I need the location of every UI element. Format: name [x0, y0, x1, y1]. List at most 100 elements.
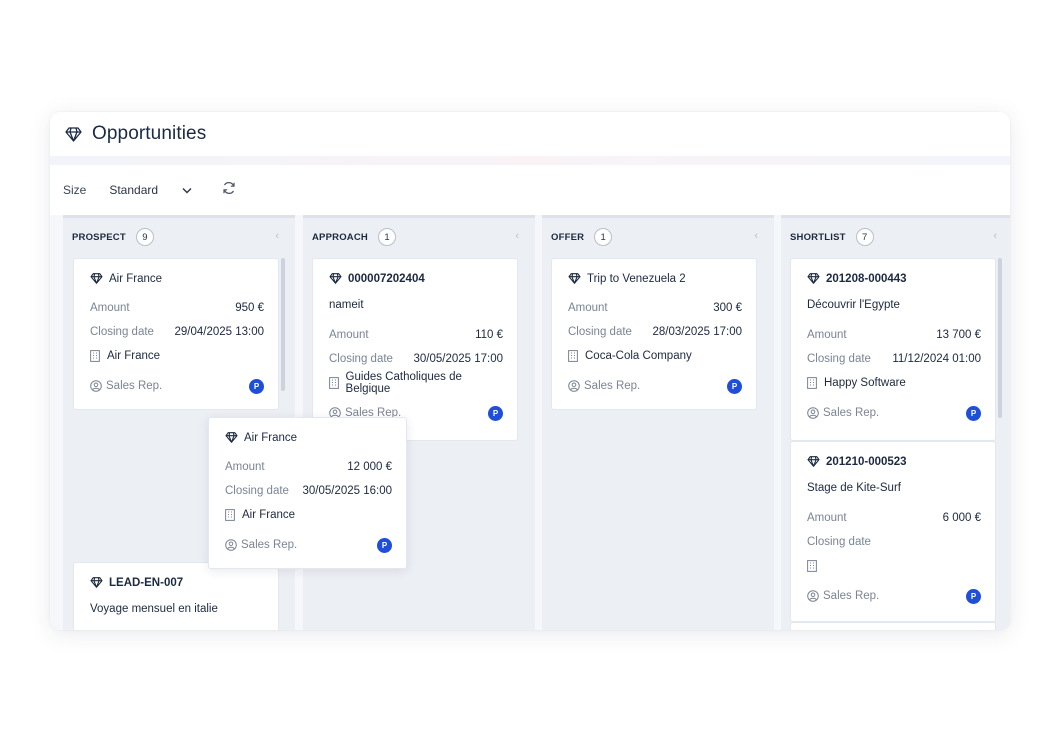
collapse-icon[interactable]: ‹ — [275, 230, 279, 242]
amount-label: Amount — [90, 302, 130, 314]
closing-date-value: 30/05/2025 17:00 — [413, 353, 503, 365]
diamond-icon — [90, 272, 103, 285]
company-name[interactable]: Air France — [242, 509, 295, 521]
scrollbar[interactable] — [998, 258, 1002, 418]
building-icon — [807, 560, 818, 572]
closing-date-label: Closing date — [807, 536, 871, 548]
closing-date-value: 29/04/2025 13:00 — [174, 326, 264, 338]
owner-badge[interactable]: P — [377, 537, 392, 553]
page-title: Opportunities — [92, 123, 207, 144]
company-name[interactable]: Happy Software — [824, 377, 906, 389]
column-header: APPROACH 1 ‹ — [303, 218, 535, 256]
amount-label: Amount — [568, 302, 608, 314]
column-header: PROSPECT 9 ‹ — [63, 218, 295, 256]
closing-date-label: Closing date — [225, 485, 289, 497]
user-icon — [225, 539, 237, 551]
opportunity-card[interactable]: LEAD-EN-007 Voyage mensuel en italie — [73, 562, 279, 630]
amount-value: 6 000 € — [942, 512, 981, 524]
collapse-icon[interactable]: ‹ — [515, 230, 519, 242]
card-title: LEAD-EN-007 — [109, 576, 184, 589]
diamond-icon — [65, 125, 83, 143]
amount-label: Amount — [225, 461, 265, 473]
diamond-icon — [568, 272, 581, 285]
dragging-card[interactable]: Air France Amount 12 000 € Closing date 30… — [208, 417, 407, 569]
card-subtitle: Découvrir l'Egypte — [807, 299, 900, 311]
owner-badge[interactable]: P — [966, 405, 981, 421]
card-title: 201210-000523 — [826, 455, 907, 468]
card-subtitle: Stage de Kite-Surf — [807, 482, 901, 494]
card-title: Air France — [109, 272, 163, 285]
opportunity-card[interactable]: 201208-000443 Découvrir l'Egypte Amount 1… — [790, 258, 996, 441]
card-title: 201208-000443 — [826, 272, 907, 285]
amount-value: 950 € — [235, 302, 264, 314]
diamond-icon — [807, 272, 820, 285]
amount-value: 13 700 € — [936, 329, 981, 341]
amount-label: Amount — [807, 512, 847, 524]
owner-badge[interactable]: P — [249, 378, 264, 394]
size-label: Size — [63, 183, 87, 197]
closing-date-label: Closing date — [568, 326, 632, 338]
diamond-icon — [90, 576, 103, 589]
collapse-icon[interactable]: ‹ — [754, 230, 758, 242]
page-header: Opportunities — [50, 112, 1010, 156]
amount-value: 12 000 € — [347, 461, 392, 473]
owner-badge[interactable]: P — [727, 378, 742, 394]
sales-rep-label: Sales Rep. — [241, 539, 298, 551]
column-header: OFFER 1 ‹ — [542, 218, 774, 256]
column-count: 7 — [855, 228, 874, 246]
size-select-value: Standard — [109, 183, 159, 197]
sales-rep-label: Sales Rep. — [106, 380, 163, 392]
building-icon — [329, 377, 340, 389]
column-count: 9 — [135, 228, 154, 246]
column-name: PROSPECT — [72, 231, 126, 243]
closing-date-label: Closing date — [807, 353, 871, 365]
closing-date-value: 11/12/2024 01:00 — [892, 353, 981, 365]
card-subtitle: nameit — [329, 299, 364, 311]
closing-date-label: Closing date — [329, 353, 393, 365]
amount-value: 300 € — [713, 302, 742, 314]
user-icon — [807, 407, 819, 419]
column-count: 1 — [594, 228, 613, 246]
card-title: Air France — [244, 431, 298, 444]
owner-badge[interactable]: P — [488, 405, 503, 421]
chevron-down-icon — [182, 183, 192, 197]
toolbar: Size Standard — [50, 165, 1010, 215]
opportunity-card[interactable]: 201210-000523 Stage de Kite-Surf Amount 6… — [790, 441, 996, 622]
user-icon — [90, 380, 102, 392]
building-icon — [90, 350, 101, 362]
company-name[interactable]: Guides Catholiques de Belgique — [346, 371, 503, 395]
column-count: 1 — [377, 228, 396, 246]
refresh-icon[interactable] — [222, 180, 238, 196]
opportunity-card[interactable] — [790, 622, 996, 630]
card-title: 000007202404 — [348, 272, 425, 285]
opportunity-card[interactable]: Trip to Venezuela 2 Amount 300 € Closing … — [551, 258, 757, 410]
kanban-board: PROSPECT 9 ‹ Air France Amount 950 € Clos… — [63, 215, 1010, 630]
diamond-icon — [329, 272, 342, 285]
size-select[interactable]: Standard — [98, 175, 202, 205]
card-title: Trip to Venezuela 2 — [587, 272, 686, 285]
closing-date-label: Closing date — [90, 326, 154, 338]
owner-badge[interactable]: P — [966, 588, 981, 604]
amount-label: Amount — [329, 329, 369, 341]
sales-rep-label: Sales Rep. — [823, 407, 880, 419]
building-icon — [807, 377, 818, 389]
building-icon — [225, 509, 236, 521]
company-name[interactable]: Air France — [107, 350, 160, 362]
column-header: SHORTLIST 7 ‹ — [781, 218, 1010, 256]
sales-rep-label: Sales Rep. — [823, 590, 880, 602]
column-name: APPROACH — [312, 231, 368, 243]
diamond-icon — [807, 455, 820, 468]
user-icon — [807, 590, 819, 602]
amount-label: Amount — [807, 329, 847, 341]
collapse-icon[interactable]: ‹ — [993, 230, 997, 242]
column-name: SHORTLIST — [790, 231, 846, 243]
opportunity-card[interactable]: Air France Amount 950 € Closing date 29/04… — [73, 258, 279, 410]
closing-date-value: 28/03/2025 17:00 — [652, 326, 742, 338]
column-offer: OFFER 1 ‹ Trip to Venezuela 2 Amount 300 … — [542, 215, 774, 630]
card-subtitle: Voyage mensuel en italie — [90, 603, 218, 615]
user-icon — [568, 380, 580, 392]
opportunity-card[interactable]: 000007202404 nameit Amount 110 € Closing … — [312, 258, 518, 441]
scrollbar[interactable] — [281, 258, 285, 391]
building-icon — [568, 350, 579, 362]
company-name[interactable]: Coca-Cola Company — [585, 350, 692, 362]
